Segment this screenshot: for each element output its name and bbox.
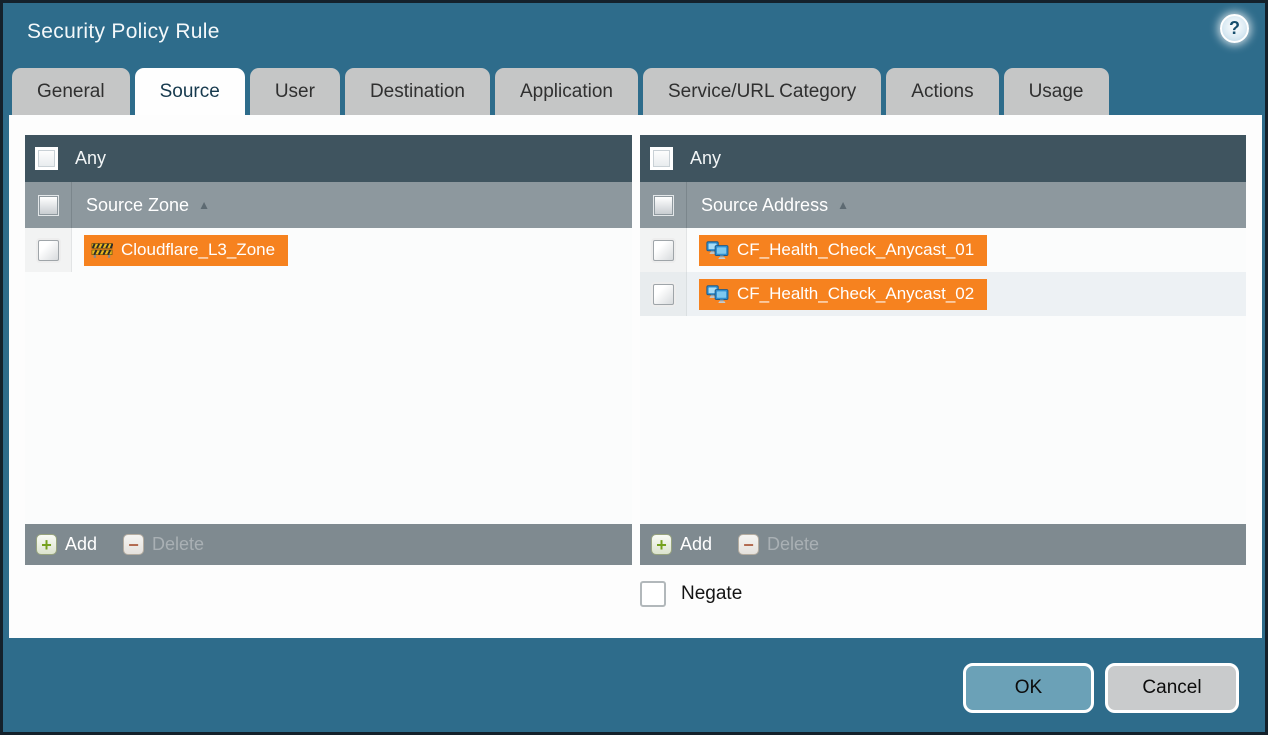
ok-button[interactable]: OK	[963, 663, 1094, 713]
source-zone-any-header: Any	[25, 135, 632, 182]
address-object-tag[interactable]: CF_Health_Check_Anycast_01	[699, 235, 987, 266]
tab-destination[interactable]: Destination	[345, 68, 490, 115]
add-button-label: Add	[680, 534, 712, 555]
tab-strip: General Source User Destination Applicat…	[12, 68, 1109, 115]
address-object-label: CF_Health_Check_Anycast_01	[737, 240, 974, 260]
tab-general[interactable]: General	[12, 68, 130, 115]
source-address-row-checkbox[interactable]	[653, 240, 674, 261]
tab-usage[interactable]: Usage	[1004, 68, 1109, 115]
tab-actions[interactable]: Actions	[886, 68, 998, 115]
table-row[interactable]: CF_Health_Check_Anycast_01	[640, 228, 1246, 272]
select-all-cell	[640, 182, 687, 228]
minus-icon: −	[738, 534, 759, 555]
table-row[interactable]: CF_Health_Check_Anycast_02	[640, 272, 1246, 316]
source-zone-panel: Any Source Zone ▲	[25, 135, 632, 565]
address-object-label: CF_Health_Check_Anycast_02	[737, 284, 974, 304]
help-icon[interactable]: ?	[1220, 14, 1249, 43]
source-zone-list: Cloudflare_L3_Zone	[25, 228, 632, 524]
source-zone-select-all-checkbox[interactable]	[39, 196, 58, 215]
sort-ascending-icon: ▲	[198, 198, 210, 212]
source-address-panel: Any Source Address ▲	[640, 135, 1246, 565]
source-address-row-checkbox[interactable]	[653, 284, 674, 305]
address-object-tag[interactable]: CF_Health_Check_Anycast_02	[699, 279, 987, 310]
delete-address-button[interactable]: − Delete	[738, 534, 819, 555]
zone-object-label: Cloudflare_L3_Zone	[121, 240, 275, 260]
source-tab-content: Any Source Zone ▲	[9, 115, 1262, 638]
source-address-list: CF_Health_Check_Anycast_01	[640, 228, 1246, 524]
select-all-cell	[25, 182, 72, 228]
add-address-button[interactable]: + Add	[651, 534, 712, 555]
source-address-any-label: Any	[690, 148, 721, 169]
table-row[interactable]: Cloudflare_L3_Zone	[25, 228, 632, 272]
negate-row: Negate	[640, 581, 742, 607]
tab-application[interactable]: Application	[495, 68, 638, 115]
tab-service-url-category[interactable]: Service/URL Category	[643, 68, 881, 115]
negate-checkbox[interactable]	[640, 581, 666, 607]
delete-zone-button[interactable]: − Delete	[123, 534, 204, 555]
tab-user[interactable]: User	[250, 68, 340, 115]
add-zone-button[interactable]: + Add	[36, 534, 97, 555]
source-zone-column-header[interactable]: Source Zone ▲	[25, 182, 632, 228]
row-checkbox-cell	[25, 228, 72, 272]
source-address-footer: + Add − Delete	[640, 524, 1246, 565]
source-address-column-header[interactable]: Source Address ▲	[640, 182, 1246, 228]
minus-icon: −	[123, 534, 144, 555]
source-address-any-checkbox[interactable]	[650, 147, 673, 170]
sort-ascending-icon: ▲	[837, 198, 849, 212]
source-address-select-all-checkbox[interactable]	[654, 196, 673, 215]
source-address-column-title: Source Address	[701, 195, 828, 216]
zone-object-tag[interactable]: Cloudflare_L3_Zone	[84, 235, 288, 266]
source-address-any-header: Any	[640, 135, 1246, 182]
address-icon	[706, 285, 729, 304]
source-zone-footer: + Add − Delete	[25, 524, 632, 565]
row-checkbox-cell	[640, 272, 687, 316]
plus-icon: +	[651, 534, 672, 555]
title-bar: Security Policy Rule ?	[3, 3, 1265, 67]
cancel-button[interactable]: Cancel	[1105, 663, 1239, 713]
source-zone-row-checkbox[interactable]	[38, 240, 59, 261]
negate-label: Negate	[681, 583, 742, 605]
source-zone-column-title: Source Zone	[86, 195, 189, 216]
zone-icon	[91, 242, 113, 259]
row-checkbox-cell	[640, 228, 687, 272]
delete-button-label: Delete	[152, 534, 204, 555]
plus-icon: +	[36, 534, 57, 555]
dialog-title: Security Policy Rule	[27, 20, 220, 44]
add-button-label: Add	[65, 534, 97, 555]
delete-button-label: Delete	[767, 534, 819, 555]
tab-source[interactable]: Source	[135, 68, 245, 115]
source-zone-any-checkbox[interactable]	[35, 147, 58, 170]
security-policy-rule-dialog: Security Policy Rule ? General Source Us…	[0, 0, 1268, 735]
address-icon	[706, 241, 729, 260]
source-zone-any-label: Any	[75, 148, 106, 169]
